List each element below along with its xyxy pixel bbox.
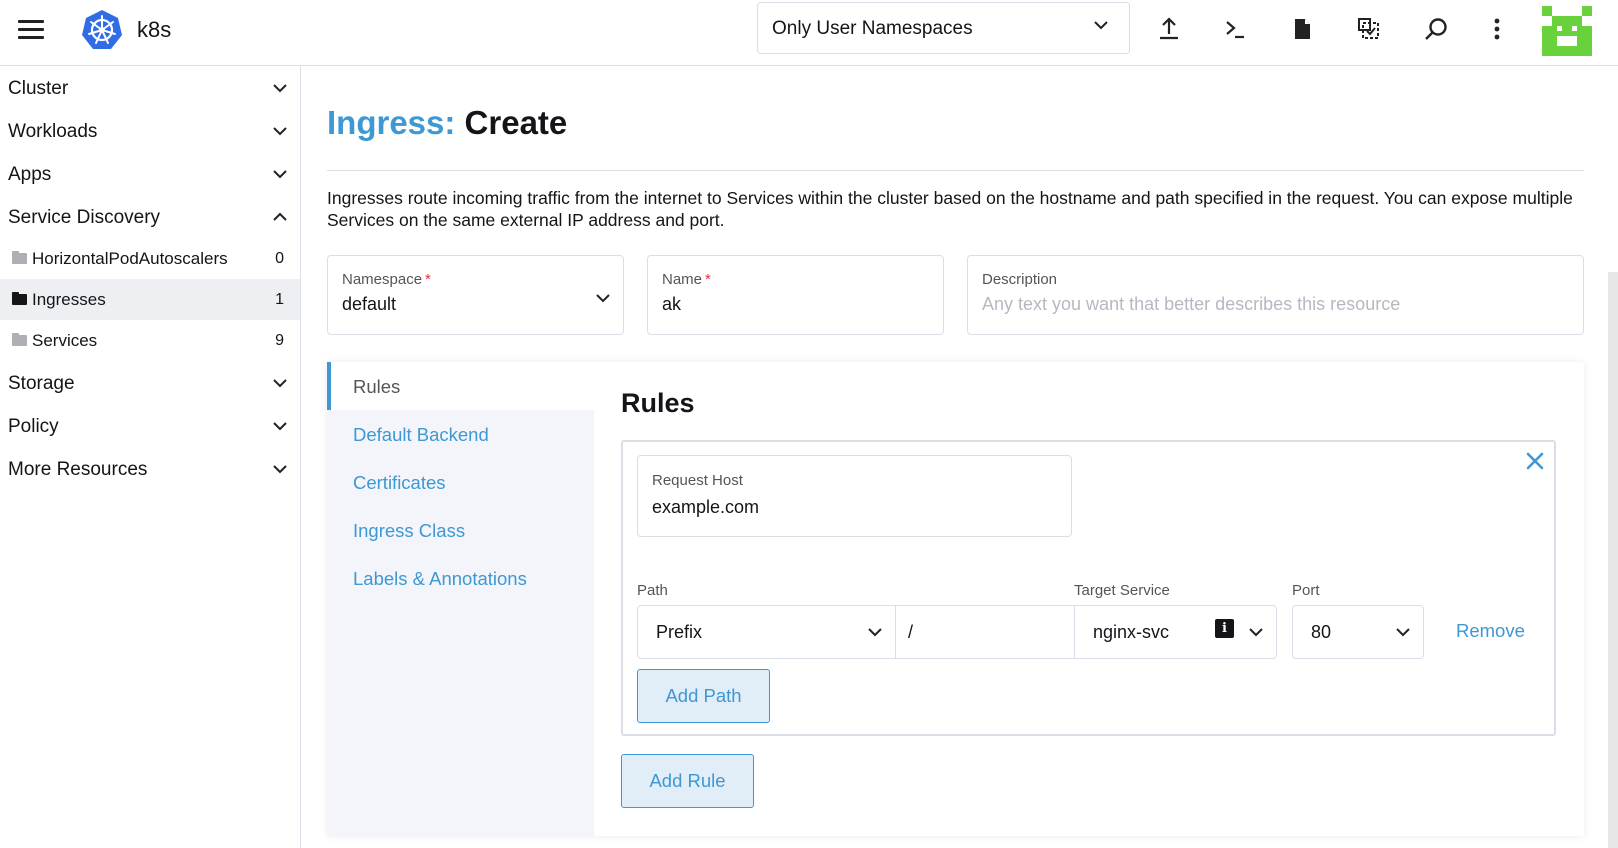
path-type-value: Prefix <box>656 622 703 642</box>
tabbed-panel: Rules Default Backend Certificates Ingre… <box>327 362 1584 836</box>
chevron-down-icon <box>273 127 287 136</box>
sidebar-group-service-discovery[interactable]: Service Discovery <box>0 195 300 238</box>
sidebar-group-storage[interactable]: Storage <box>0 361 300 404</box>
cluster-name[interactable]: k8s <box>137 17 171 43</box>
rules-heading: Rules <box>621 388 695 418</box>
description-field[interactable]: Description Any text you want that bette… <box>967 255 1584 335</box>
name-label: Name * <box>662 271 711 288</box>
chevron-down-icon <box>868 628 882 637</box>
sidebar-item-horizontalpodautoscalers[interactable]: HorizontalPodAutoscalers 0 <box>0 238 300 279</box>
chevron-down-icon <box>1249 628 1263 637</box>
description-label: Description <box>982 271 1058 288</box>
title-divider <box>327 170 1584 171</box>
terminal-icon[interactable] <box>1222 16 1248 42</box>
info-icon[interactable]: i <box>1215 619 1234 638</box>
rules-tab-panel: Rules Request Host example.com Path Targ… <box>594 362 1584 836</box>
tab-certificates[interactable]: Certificates <box>327 458 594 506</box>
chevron-down-icon <box>273 170 287 179</box>
sidebar: Cluster Workloads Apps Service Discovery… <box>0 66 301 848</box>
sidebar-group-cluster[interactable]: Cluster <box>0 66 300 109</box>
port-select[interactable]: 80 <box>1292 605 1424 659</box>
folder-icon <box>12 292 27 305</box>
request-host-label: Request Host <box>652 472 743 489</box>
sidebar-item-count: 1 <box>275 291 284 308</box>
path-value: / <box>908 622 914 642</box>
scrollbar[interactable] <box>1608 272 1618 848</box>
namespace-filter-value: Only User Namespaces <box>772 18 973 39</box>
top-bar: k8s Only User Namespaces <box>0 0 1618 66</box>
sidebar-item-services[interactable]: Services 9 <box>0 320 300 361</box>
sidebar-group-policy[interactable]: Policy <box>0 404 300 447</box>
page-description: Ingresses route incoming traffic from th… <box>327 188 1573 230</box>
required-marker: * <box>425 271 431 288</box>
sidebar-group-apps[interactable]: Apps <box>0 152 300 195</box>
sidebar-group-label: More Resources <box>8 459 148 480</box>
chevron-up-icon <box>273 212 287 221</box>
chevron-down-icon <box>273 379 287 388</box>
page-title: Ingress: Create <box>327 104 567 142</box>
name-field[interactable]: Name * ak <box>647 255 944 335</box>
chevron-down-icon <box>273 465 287 474</box>
tab-default-backend[interactable]: Default Backend <box>327 410 594 458</box>
tab-labels-annotations[interactable]: Labels & Annotations <box>327 554 594 602</box>
sidebar-item-count: 9 <box>275 332 284 349</box>
close-icon[interactable] <box>1524 450 1546 472</box>
namespace-select[interactable]: Namespace * default <box>327 255 624 335</box>
sidebar-group-workloads[interactable]: Workloads <box>0 109 300 152</box>
sidebar-group-label: Service Discovery <box>8 207 161 228</box>
sidebar-group-label: Policy <box>8 416 59 437</box>
menu-icon[interactable] <box>18 20 44 40</box>
copy-config-icon[interactable] <box>1356 16 1382 42</box>
request-host-field[interactable]: Request Host example.com <box>637 455 1072 537</box>
upload-icon[interactable] <box>1156 16 1182 42</box>
target-service-value: nginx-svc <box>1093 622 1170 642</box>
required-marker: * <box>705 271 711 288</box>
sidebar-group-label: Workloads <box>8 121 98 142</box>
chevron-down-icon <box>273 84 287 93</box>
folder-icon <box>12 333 27 346</box>
chevron-down-icon <box>1396 628 1410 637</box>
name-value: ak <box>662 294 682 314</box>
user-avatar-icon[interactable] <box>1542 6 1592 56</box>
path-label: Path <box>637 582 668 599</box>
chevron-down-icon <box>596 294 610 303</box>
rule-card: Request Host example.com Path Target Ser… <box>621 440 1556 736</box>
target-service-select[interactable]: nginx-svc i <box>1074 605 1277 659</box>
sidebar-item-label: Services <box>32 331 98 350</box>
namespace-value: default <box>342 294 397 314</box>
sidebar-group-label: Cluster <box>8 78 69 99</box>
namespace-filter-select[interactable]: Only User Namespaces <box>757 2 1130 54</box>
page-title-action: Create <box>464 104 568 141</box>
request-host-value: example.com <box>652 497 760 517</box>
sidebar-group-label: Storage <box>8 373 75 394</box>
search-icon[interactable] <box>1423 16 1449 42</box>
tab-ingress-class[interactable]: Ingress Class <box>327 506 594 554</box>
more-vertical-icon[interactable] <box>1484 16 1510 42</box>
folder-icon <box>12 251 27 264</box>
path-input[interactable]: / <box>896 605 1074 659</box>
sidebar-item-label: Ingresses <box>32 290 106 309</box>
sidebar-item-count: 0 <box>275 250 284 267</box>
page-title-resource[interactable]: Ingress: <box>327 104 455 141</box>
port-label: Port <box>1292 582 1320 599</box>
tab-list: Rules Default Backend Certificates Ingre… <box>327 362 594 836</box>
sidebar-item-ingresses[interactable]: Ingresses 1 <box>0 279 300 320</box>
description-placeholder: Any text you want that better describes … <box>982 294 1401 314</box>
sidebar-group-more-resources[interactable]: More Resources <box>0 447 300 490</box>
namespace-label: Namespace * <box>342 271 431 288</box>
remove-path-link[interactable]: Remove <box>1456 620 1525 642</box>
path-type-select[interactable]: Prefix <box>637 605 896 659</box>
file-icon[interactable] <box>1289 16 1315 42</box>
chevron-down-icon <box>273 422 287 431</box>
port-value: 80 <box>1311 622 1332 642</box>
kubernetes-logo-icon[interactable] <box>80 8 124 52</box>
sidebar-item-label: HorizontalPodAutoscalers <box>32 249 228 268</box>
tab-rules[interactable]: Rules <box>327 362 594 410</box>
add-rule-button[interactable]: Add Rule <box>621 754 754 808</box>
target-service-label: Target Service <box>1074 582 1170 599</box>
chevron-down-icon <box>1094 21 1108 30</box>
sidebar-group-label: Apps <box>8 164 52 185</box>
add-path-button[interactable]: Add Path <box>637 669 770 723</box>
